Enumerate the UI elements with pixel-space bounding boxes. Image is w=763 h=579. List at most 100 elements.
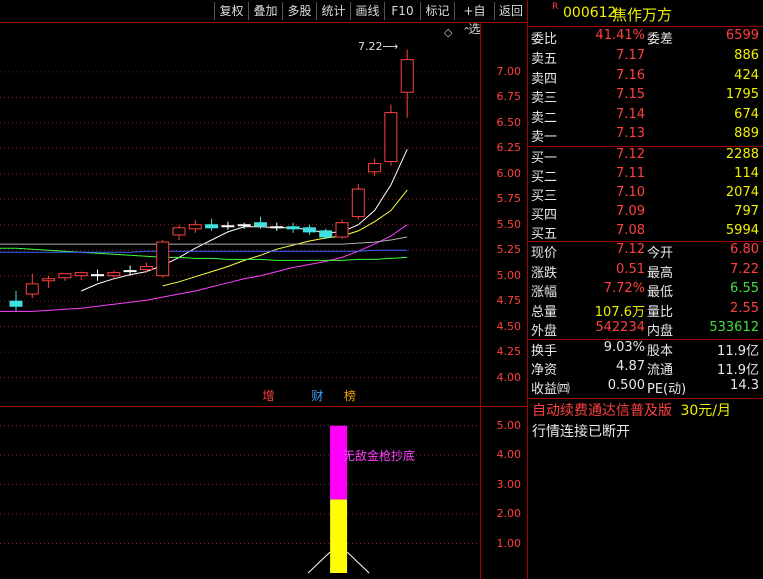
ad-banner[interactable]: 自动续费通达信普及版 30元/月 xyxy=(532,400,731,420)
price-tick-label: 4.75 xyxy=(496,294,522,308)
stat-value: 542234 xyxy=(595,320,645,335)
ask-bid-separator xyxy=(528,146,763,147)
candle-body xyxy=(335,222,349,238)
ask-volume: 889 xyxy=(734,126,759,141)
high-arrow-icon: ⟶ xyxy=(382,40,399,53)
price-tick-label: 7.00 xyxy=(496,64,522,78)
stat-row: 外盘 542234 内盘 533612 xyxy=(528,320,763,339)
event-marker: 增 xyxy=(263,389,275,403)
bid-volume: 797 xyxy=(734,204,759,219)
webi-row: 委比 41.41% 委差 6599 xyxy=(528,28,763,47)
candle-body xyxy=(237,224,251,227)
stat-row: 总量 107.6万 量比 2.55 xyxy=(528,301,763,320)
ask-label: 卖二 xyxy=(531,110,558,126)
price-tick-label: 5.25 xyxy=(496,243,522,257)
ask-row: 卖一 7.13 889 xyxy=(528,126,763,145)
bid-volume: 2074 xyxy=(725,185,759,200)
stock-header: R 000612 焦作万方 xyxy=(528,0,763,26)
ask-volume: 886 xyxy=(734,48,759,63)
ask-label: 卖一 xyxy=(531,130,558,145)
webi-value: 41.41% xyxy=(595,28,645,43)
stat-value: 2.55 xyxy=(730,300,759,316)
ask-price: 7.15 xyxy=(616,87,645,102)
indicator-tick-label: 1.00 xyxy=(496,536,522,550)
ask-row: 卖二 7.14 674 xyxy=(528,107,763,126)
add-watchlist-button[interactable]: +自选 xyxy=(454,2,494,36)
candle-body xyxy=(254,222,267,227)
overlay-button[interactable]: 叠加 xyxy=(248,2,282,20)
collapse-icon[interactable]: ⌃ xyxy=(462,25,471,38)
mark-button[interactable]: 标记 xyxy=(420,2,454,20)
indicator-chart[interactable] xyxy=(0,407,480,579)
stat-value: 107.6万 xyxy=(594,304,645,320)
diamond-icon[interactable]: ◇ xyxy=(444,26,452,39)
event-marker: 财 xyxy=(311,389,323,403)
indicator-axis: 5.00 4.00 3.00 2.00 1.00 xyxy=(481,407,527,579)
price-tick-label: 6.75 xyxy=(496,90,522,104)
price-tick-label: 5.75 xyxy=(496,192,522,206)
candle-body xyxy=(286,226,300,230)
multi-stock-button[interactable]: 多股 xyxy=(282,2,316,20)
ask-price: 7.17 xyxy=(616,48,645,63)
f10-button[interactable]: F10 xyxy=(384,2,420,20)
stat-row: 涨幅 7.72% 最低 6.55 xyxy=(528,281,763,300)
price-tick-label: 4.50 xyxy=(496,319,522,333)
ma-line xyxy=(162,189,408,287)
stat-value: 7.12 xyxy=(616,242,645,257)
connection-status: 行情连接已断开 xyxy=(532,424,630,440)
back-button[interactable]: 返回 xyxy=(494,2,527,20)
fund-ad-separator xyxy=(528,398,763,399)
fund-label: 收益㈣ xyxy=(531,382,571,397)
ad-price: 30元/月 xyxy=(680,403,731,419)
ask-price: 7.13 xyxy=(616,126,645,141)
weicha-label: 委差 xyxy=(647,32,674,47)
candle-body xyxy=(205,224,219,229)
draw-line-button[interactable]: 画线 xyxy=(350,2,384,20)
stat-value: 7.22 xyxy=(730,261,759,277)
ask-price: 7.16 xyxy=(616,67,645,83)
price-tick-label: 6.25 xyxy=(496,141,522,155)
bid-price: 7.08 xyxy=(616,223,645,238)
ask-row: 卖三 7.15 1795 xyxy=(528,87,763,106)
price-tick-label: 5.00 xyxy=(496,268,522,282)
bid-row: 买五 7.08 5994 xyxy=(528,223,763,242)
stat-value: 0.51 xyxy=(616,261,645,277)
fund-label: 股本 xyxy=(647,344,674,359)
header-separator xyxy=(528,26,763,27)
weicha-value: 6599 xyxy=(725,28,759,43)
stat-value: 7.72% xyxy=(603,281,645,296)
price-tick-label: 4.00 xyxy=(496,370,522,384)
stat-label: 最低 xyxy=(647,285,674,300)
candle-body xyxy=(368,163,382,173)
bid-label: 买一 xyxy=(531,151,558,166)
bid-row: 买一 7.12 2288 xyxy=(528,147,763,166)
ask-label: 卖五 xyxy=(531,52,558,67)
candle-body xyxy=(74,272,88,277)
ask-price: 7.14 xyxy=(616,106,645,122)
bid-price: 7.11 xyxy=(616,166,645,181)
statistics-button[interactable]: 统计 xyxy=(316,2,350,20)
ma-line xyxy=(0,236,408,245)
bid-price: 7.12 xyxy=(616,147,645,162)
fund-value: 11.9亿 xyxy=(717,344,759,359)
bid-row: 买三 7.10 2074 xyxy=(528,185,763,204)
candle-body xyxy=(139,266,153,271)
book-stats-separator xyxy=(528,241,763,242)
fund-value: 9.03% xyxy=(603,340,645,355)
kline-chart[interactable]: 增财榜 xyxy=(0,22,480,406)
candle-body xyxy=(123,270,137,273)
ad-text: 自动续费通达信普及版 xyxy=(532,403,672,419)
candle-body xyxy=(384,112,398,163)
fund-value: 0.500 xyxy=(607,378,645,393)
ask-volume: 674 xyxy=(734,106,759,122)
fuquan-button[interactable]: 复权 xyxy=(214,2,248,20)
fund-label: 换手 xyxy=(531,344,558,359)
high-annotation: 7.22⟶ xyxy=(358,40,399,53)
bid-price: 7.10 xyxy=(616,185,645,200)
ask-label: 卖三 xyxy=(531,91,558,106)
price-tick-label: 6.50 xyxy=(496,115,522,129)
chart-toolbar: 复权 叠加 多股 统计 画线 F10 标记 +自选 返回 xyxy=(0,0,527,36)
ask-row: 卖四 7.16 424 xyxy=(528,68,763,87)
stock-code: 000612 xyxy=(563,5,617,21)
candle-body xyxy=(221,225,235,228)
